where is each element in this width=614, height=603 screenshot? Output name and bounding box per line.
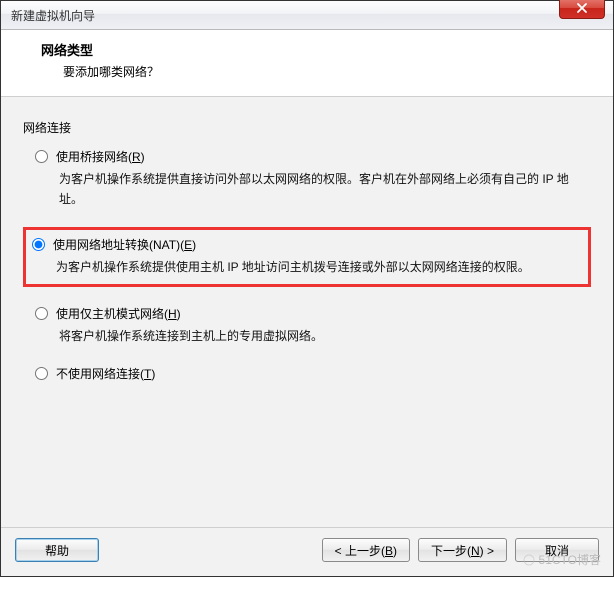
radio-none[interactable]: 不使用网络连接(T) [29,365,591,385]
window-title: 新建虚拟机向导 [11,7,95,24]
help-button[interactable]: 帮助 [15,538,99,562]
back-button[interactable]: < 上一步(B) [322,538,410,562]
option-label-hostonly: 使用仅主机模式网络(H) [56,305,181,325]
radio-input-hostonly[interactable] [35,307,48,320]
page-subtitle: 要添加哪类网络？ [63,63,595,80]
cancel-button[interactable]: 取消 [515,538,599,562]
radio-input-bridge[interactable] [35,150,48,163]
option-desc-hostonly: 将客户机操作系统连接到主机上的专用虚拟网络。 [59,327,591,347]
close-button[interactable] [559,0,605,19]
option-desc-nat: 为客户机操作系统提供使用主机 IP 地址访问主机拨号连接或外部以太网网络连接的权… [56,258,582,278]
radio-input-none[interactable] [35,367,48,380]
option-label-bridge: 使用桥接网络(R) [56,148,145,168]
radio-bridge[interactable]: 使用桥接网络(R) [29,148,591,168]
wizard-window: 新建虚拟机向导 网络类型 要添加哪类网络？ 网络连接 使用桥接网络(R)为客户机… [0,0,614,577]
content-area: 网络连接 使用桥接网络(R)为客户机操作系统提供直接访问外部以太网网络的权限。客… [1,97,613,527]
option-label-nat: 使用网络地址转换(NAT)(E) [53,236,196,256]
titlebar: 新建虚拟机向导 [1,1,613,30]
footer: 帮助 < 上一步(B) 下一步(N) > 取消 [1,527,613,576]
option-desc-bridge: 为客户机操作系统提供直接访问外部以太网网络的权限。客户机在外部网络上必须有自己的… [59,170,591,210]
option-none: 不使用网络连接(T) [29,365,591,385]
option-label-none: 不使用网络连接(T) [56,365,155,385]
radio-nat[interactable]: 使用网络地址转换(NAT)(E) [26,236,582,256]
wizard-header: 网络类型 要添加哪类网络？ [1,30,613,97]
close-icon [576,3,588,13]
option-nat: 使用网络地址转换(NAT)(E)为客户机操作系统提供使用主机 IP 地址访问主机… [23,227,591,287]
radio-hostonly[interactable]: 使用仅主机模式网络(H) [29,305,591,325]
next-button[interactable]: 下一步(N) > [418,538,507,562]
section-label: 网络连接 [23,119,591,136]
radio-input-nat[interactable] [32,238,45,251]
option-hostonly: 使用仅主机模式网络(H)将客户机操作系统连接到主机上的专用虚拟网络。 [29,305,591,347]
page-title: 网络类型 [41,40,595,59]
option-bridge: 使用桥接网络(R)为客户机操作系统提供直接访问外部以太网网络的权限。客户机在外部… [29,148,591,209]
